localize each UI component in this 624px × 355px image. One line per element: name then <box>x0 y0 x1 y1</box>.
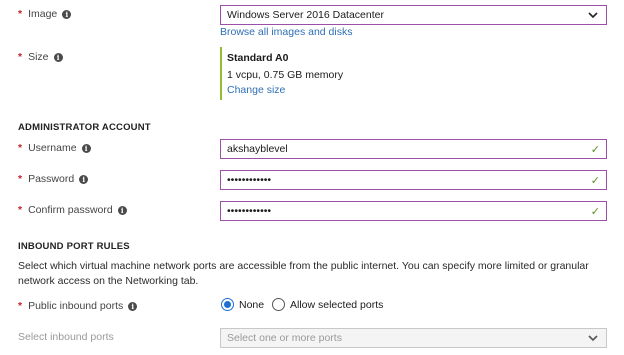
checkmark-icon: ✓ <box>590 205 600 218</box>
radio-allow-label: Allow selected ports <box>290 298 384 311</box>
info-icon[interactable]: i <box>62 9 72 19</box>
select-inbound-label: Select inbound ports <box>18 331 114 343</box>
password-label-row: * Password i <box>18 173 89 185</box>
admin-section-title: ADMINISTRATOR ACCOUNT <box>18 122 151 133</box>
info-icon[interactable]: i <box>81 143 91 153</box>
password-label: Password <box>28 173 75 185</box>
username-label-row: * Username i <box>18 142 91 154</box>
public-inbound-label: Public inbound ports <box>28 300 124 312</box>
radio-button-selected[interactable] <box>221 298 234 311</box>
change-size-link[interactable]: Change size <box>227 84 285 96</box>
radio-allow-selected[interactable]: Allow selected ports <box>272 298 383 311</box>
chevron-down-icon <box>588 335 598 342</box>
image-label-row: * Image i <box>18 8 72 20</box>
checkmark-icon: ✓ <box>590 143 600 156</box>
inbound-description: Select which virtual machine network por… <box>18 260 589 287</box>
confirm-password-label-row: * Confirm password i <box>18 204 127 216</box>
info-icon[interactable]: i <box>79 174 89 184</box>
confirm-password-value: •••••••••••• <box>227 205 272 217</box>
password-value: •••••••••••• <box>227 174 272 186</box>
image-label: Image <box>28 8 58 20</box>
radio-none-label: None <box>239 298 265 311</box>
username-value: akshayblevel <box>227 143 288 155</box>
required-asterisk: * <box>18 204 23 216</box>
info-icon[interactable]: i <box>53 52 63 62</box>
confirm-password-label: Confirm password <box>28 204 113 216</box>
info-icon[interactable]: i <box>128 301 138 311</box>
password-input[interactable]: •••••••••••• ✓ <box>220 170 607 190</box>
username-input[interactable]: akshayblevel ✓ <box>220 139 607 159</box>
checkmark-icon: ✓ <box>590 174 600 187</box>
inbound-ports-placeholder: Select one or more ports <box>227 332 342 344</box>
image-select-value: Windows Server 2016 Datacenter <box>227 9 384 21</box>
radio-button-unselected[interactable] <box>272 298 285 311</box>
required-asterisk: * <box>18 8 23 20</box>
size-name: Standard A0 <box>227 52 289 64</box>
inbound-ports-select: Select one or more ports <box>220 328 607 348</box>
confirm-password-input[interactable]: •••••••••••• ✓ <box>220 201 607 221</box>
size-accent-bar <box>220 47 222 100</box>
username-label: Username <box>28 142 77 154</box>
size-label-row: * Size i <box>18 51 63 63</box>
inbound-section-title: INBOUND PORT RULES <box>18 241 130 252</box>
required-asterisk: * <box>18 142 23 154</box>
info-icon[interactable]: i <box>117 205 127 215</box>
browse-images-link[interactable]: Browse all images and disks <box>220 26 352 38</box>
required-asterisk: * <box>18 300 23 312</box>
required-asterisk: * <box>18 51 23 63</box>
size-label: Size <box>28 51 49 63</box>
required-asterisk: * <box>18 173 23 185</box>
size-spec: 1 vcpu, 0.75 GB memory <box>227 69 344 81</box>
image-select[interactable]: Windows Server 2016 Datacenter <box>220 5 607 25</box>
chevron-down-icon <box>588 12 598 19</box>
public-inbound-label-row: * Public inbound ports i <box>18 300 138 312</box>
radio-none[interactable]: None <box>221 298 264 311</box>
